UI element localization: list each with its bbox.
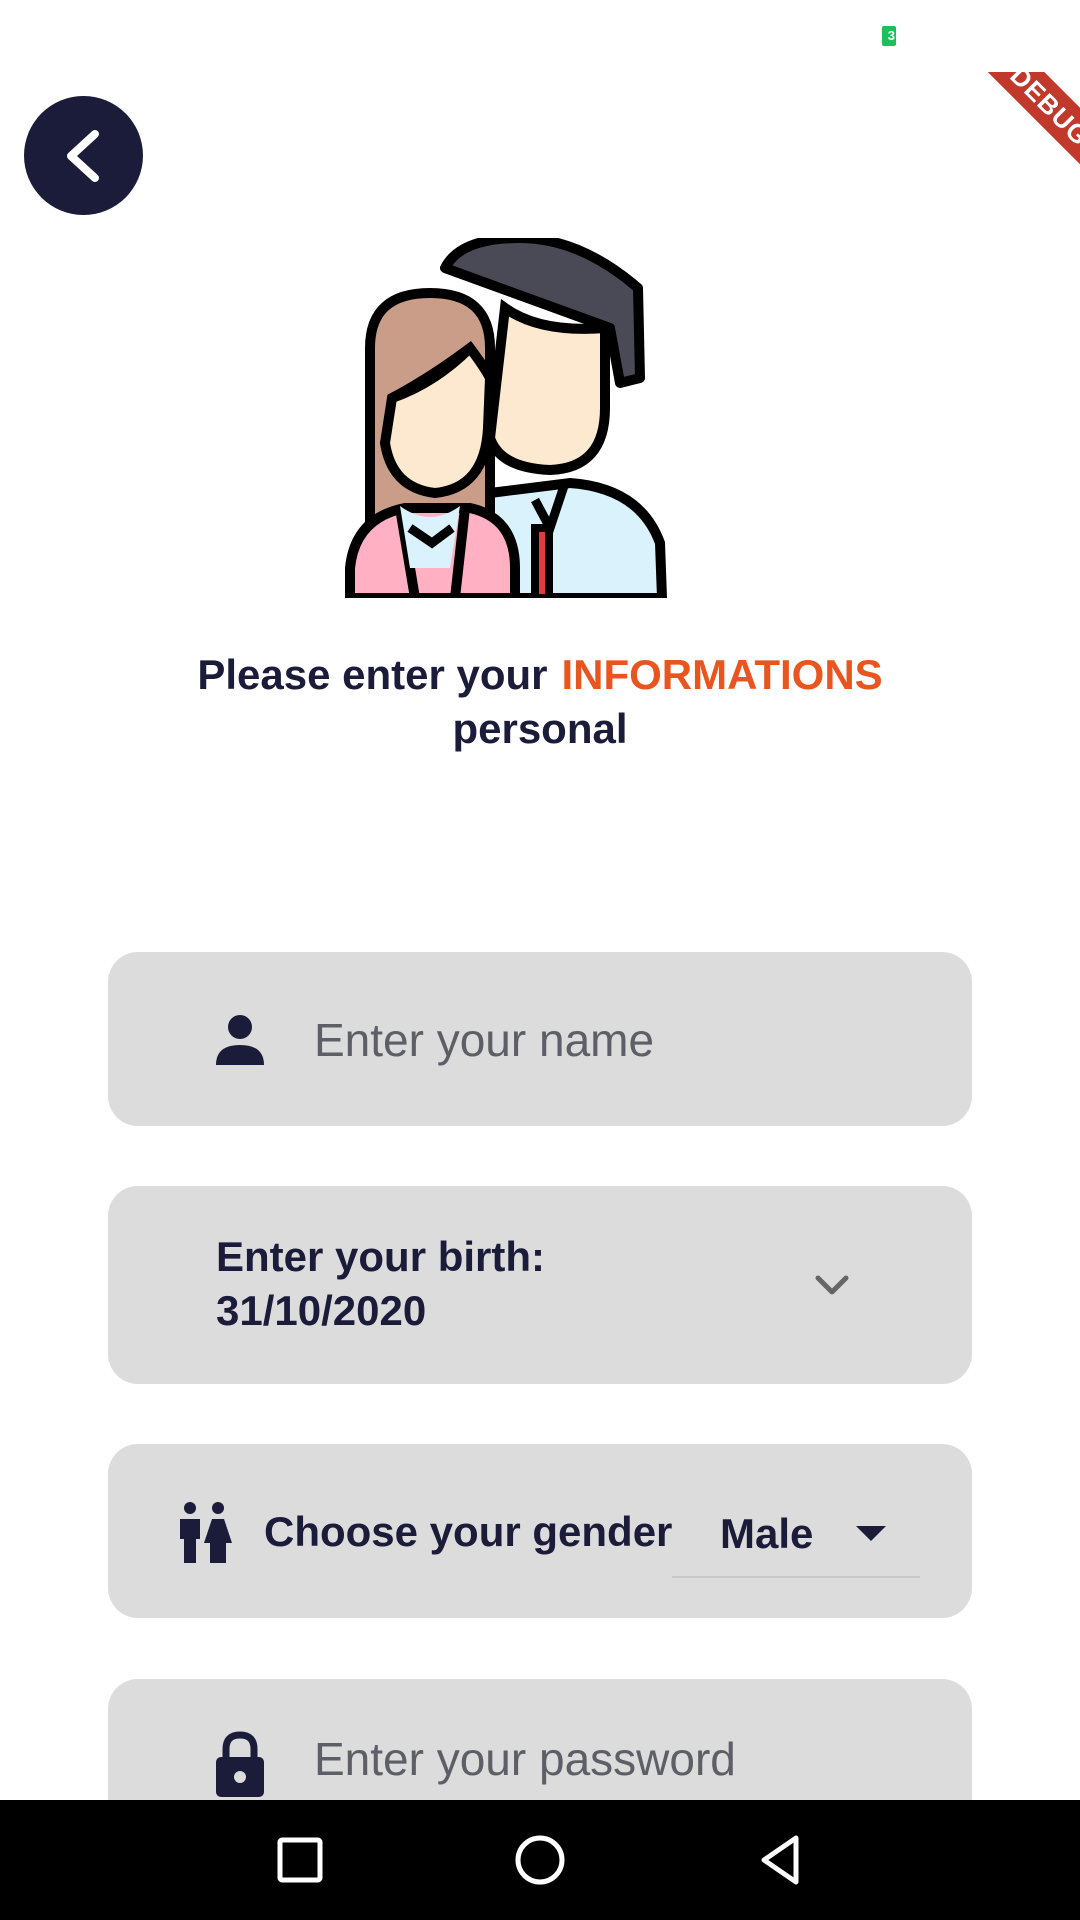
system-nav-bar <box>0 1800 1080 1920</box>
birth-date-text: Enter your birth: 31/10/2020 <box>216 1230 545 1338</box>
title-subtext: personal <box>452 705 628 752</box>
battery-label: 3 <box>887 28 895 43</box>
name-input[interactable] <box>312 1000 916 1080</box>
recents-button[interactable] <box>270 1830 330 1890</box>
password-input[interactable] <box>312 1719 916 1799</box>
chevron-down-icon[interactable] <box>812 1266 852 1306</box>
person-icon <box>216 1015 264 1065</box>
gender-field: Choose your gender Male <box>108 1444 972 1618</box>
gender-selected-value: Male <box>720 1510 814 1557</box>
status-bar: 3 <box>0 0 1080 72</box>
dropdown-arrow-icon <box>856 1526 886 1541</box>
name-field[interactable] <box>108 952 972 1126</box>
title-accent: INFORMATIONS <box>561 651 883 698</box>
birth-date-value: 31/10/2020 <box>216 1287 427 1334</box>
debug-banner-label: DEBUG <box>965 72 1080 191</box>
gender-dropdown[interactable]: Male <box>672 1494 920 1578</box>
home-button[interactable] <box>510 1830 570 1890</box>
chevron-left-icon <box>66 129 99 182</box>
birth-date-field[interactable]: Enter your birth: 31/10/2020 <box>108 1186 972 1384</box>
back-button[interactable] <box>24 96 143 215</box>
page-title: Please enter your INFORMATIONS personal <box>0 648 1080 756</box>
title-text: Please enter your <box>197 651 548 698</box>
back-nav-button[interactable] <box>750 1830 810 1890</box>
lock-icon <box>216 1731 264 1797</box>
debug-banner: DEBUG <box>960 72 1080 192</box>
couple-illustration <box>345 238 668 598</box>
birth-date-label: Enter your birth: <box>216 1233 546 1280</box>
battery-icon: 3 <box>882 26 896 46</box>
gender-icon <box>180 1502 232 1563</box>
gender-label: Choose your gender <box>264 1508 673 1555</box>
